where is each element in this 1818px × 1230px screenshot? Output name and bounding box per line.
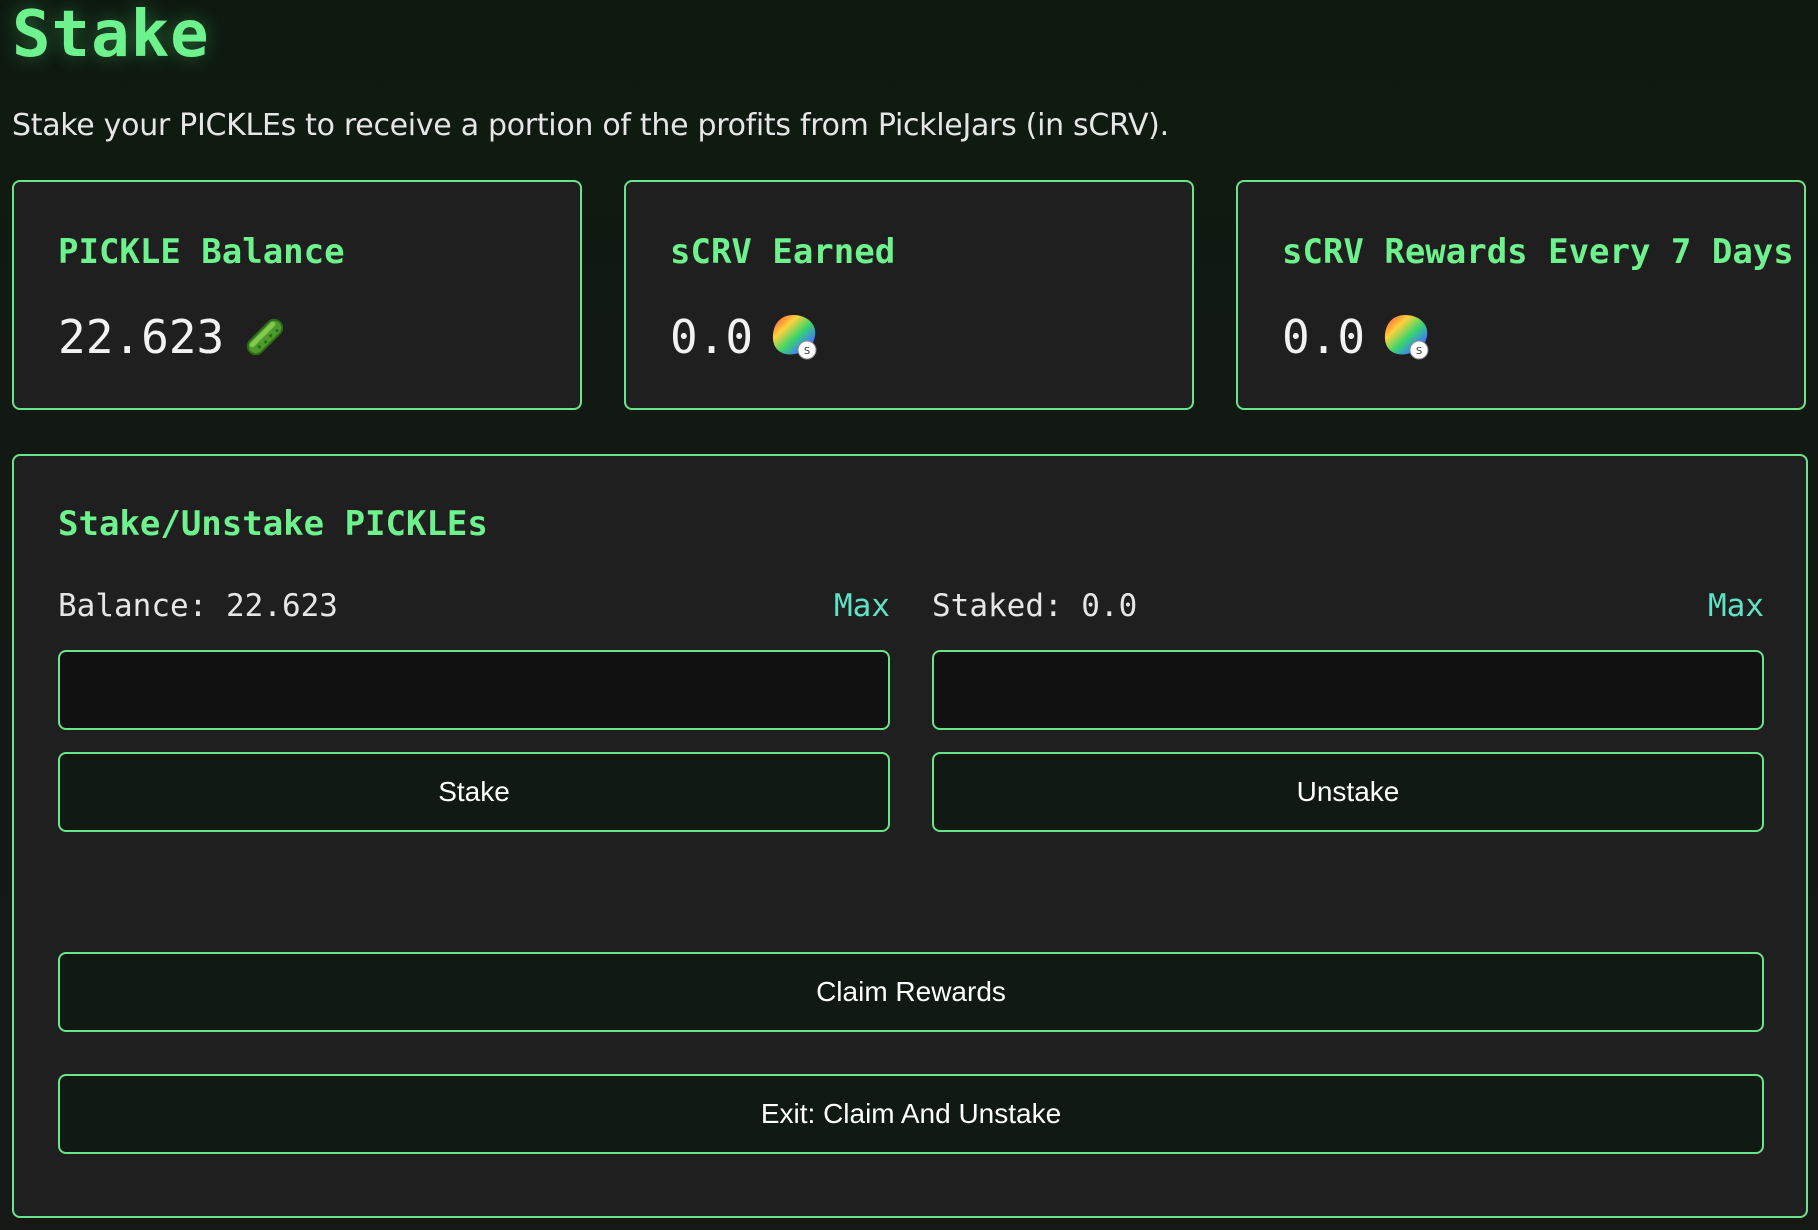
staked-label: Staked: 0.0: [932, 588, 1138, 624]
card-label: sCRV Rewards Every 7 Days: [1282, 232, 1794, 272]
card-value-row: 0.0 S: [670, 310, 1148, 364]
exit-claim-and-unstake-button[interactable]: Exit: Claim And Unstake: [58, 1074, 1764, 1154]
scrv-rewards-value: 0.0: [1282, 310, 1366, 364]
pickle-balance-card: PICKLE Balance 22.623: [12, 180, 582, 410]
stats-row: PICKLE Balance 22.623 sCRV Earned 0.0 S …: [12, 180, 1808, 410]
pickle-balance-value: 22.623: [58, 310, 225, 364]
scrv-earned-value: 0.0: [670, 310, 754, 364]
scrv-token-icon: S: [1381, 312, 1431, 362]
scrv-earned-card: sCRV Earned 0.0 S: [624, 180, 1194, 410]
card-label: PICKLE Balance: [58, 232, 345, 272]
unstake-column: Staked: 0.0 Max Unstake: [932, 584, 1764, 832]
card-label: sCRV Earned: [670, 232, 896, 272]
badge-letter: S: [1416, 346, 1422, 357]
stake-column: Balance: 22.623 Max Stake: [58, 584, 890, 832]
stake-column-header: Balance: 22.623 Max: [58, 584, 890, 628]
unstake-column-header: Staked: 0.0 Max: [932, 584, 1764, 628]
panel-title: Stake/Unstake PICKLEs: [58, 504, 488, 544]
claim-rewards-button[interactable]: Claim Rewards: [58, 952, 1764, 1032]
scrv-token-icon: S: [769, 312, 819, 362]
stake-amount-input[interactable]: [58, 650, 890, 730]
unstake-amount-input[interactable]: [932, 650, 1764, 730]
page-title: Stake: [12, 0, 210, 72]
card-value-row: 22.623: [58, 310, 536, 364]
stake-button[interactable]: Stake: [58, 752, 890, 832]
pickle-icon: [240, 312, 290, 362]
unstake-button[interactable]: Unstake: [932, 752, 1764, 832]
unstake-max-button[interactable]: Max: [1708, 588, 1764, 624]
stake-max-button[interactable]: Max: [834, 588, 890, 624]
page-subtitle: Stake your PICKLEs to receive a portion …: [12, 108, 1169, 143]
balance-label: Balance: 22.623: [58, 588, 338, 624]
card-value-row: 0.0 S: [1282, 310, 1760, 364]
badge-letter: S: [804, 346, 810, 357]
scrv-rewards-card: sCRV Rewards Every 7 Days 0.0 S: [1236, 180, 1806, 410]
stake-unstake-panel: Stake/Unstake PICKLEs Balance: 22.623 Ma…: [12, 454, 1808, 1218]
